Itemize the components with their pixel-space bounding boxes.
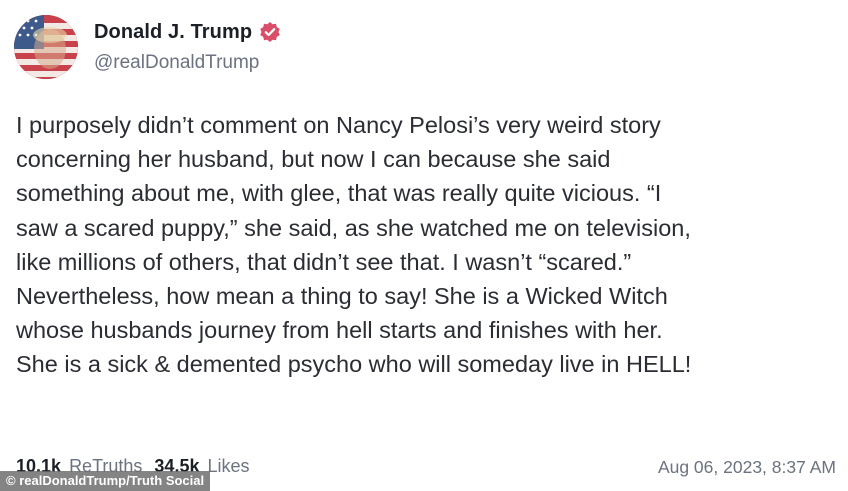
american-flag-portrait-icon [14,15,78,79]
image-watermark: © realDonaldTrump/Truth Social [0,471,211,491]
truth-social-post: Donald J. Trump @realDonaldTrump I purpo… [0,0,848,491]
avatar[interactable] [14,15,78,79]
author-info: Donald J. Trump @realDonaldTrump [94,21,281,74]
name-row: Donald J. Trump [94,21,281,44]
likes-label: Likes [207,456,250,476]
display-name[interactable]: Donald J. Trump [94,21,252,44]
handle[interactable]: @realDonaldTrump [94,52,281,74]
post-header: Donald J. Trump @realDonaldTrump [14,14,281,80]
post-timestamp[interactable]: Aug 06, 2023, 8:37 AM [658,457,836,478]
post-text: I purposely didn’t comment on Nancy Pelo… [16,112,692,378]
verified-badge-icon [259,21,281,43]
